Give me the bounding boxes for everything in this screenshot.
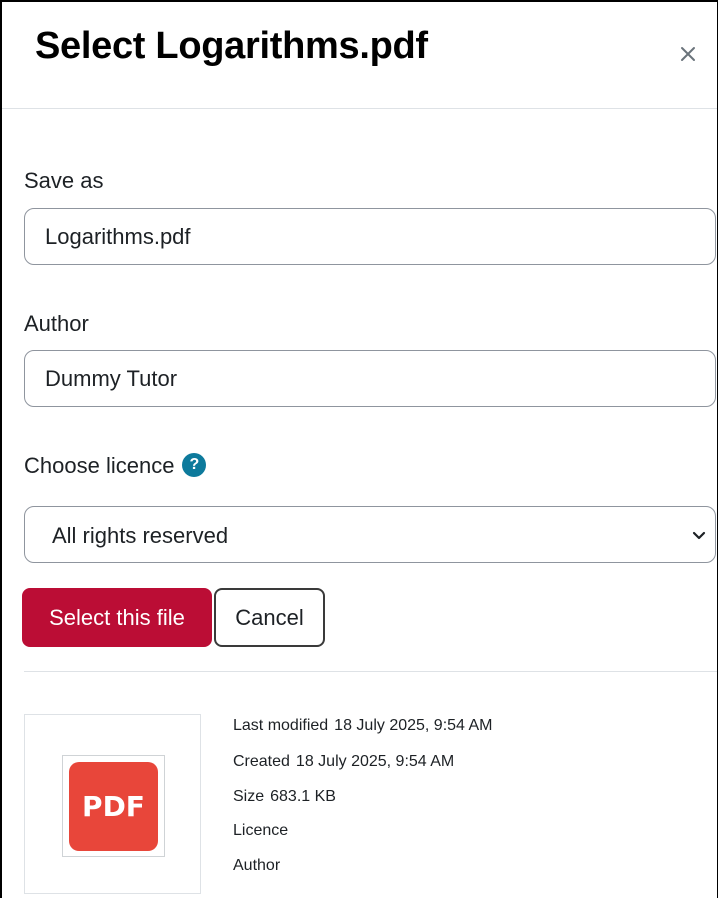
licence-row: Licence	[233, 822, 294, 840]
select-this-file-button[interactable]: Select this file	[22, 588, 212, 647]
select-file-dialog: Select Logarithms.pdf Save as Author Cho…	[0, 0, 718, 898]
choose-licence-label: Choose licence?	[24, 453, 207, 479]
author-input[interactable]	[24, 350, 716, 407]
chevron-down-icon	[692, 531, 706, 540]
pdf-file-icon: PDF	[69, 762, 158, 851]
size-row: Size 683.1 KB	[233, 788, 336, 806]
file-thumbnail: PDF	[24, 714, 201, 894]
size-value: 683.1 KB	[270, 788, 336, 805]
question-icon[interactable]: ?	[182, 453, 207, 478]
author-info-label: Author	[233, 857, 281, 874]
created-label: Created	[233, 753, 290, 770]
dialog-header: Select Logarithms.pdf	[2, 2, 717, 109]
dialog-title: Select Logarithms.pdf	[35, 25, 428, 67]
created-row: Created 18 July 2025, 9:54 AM	[233, 753, 454, 771]
author-label: Author	[24, 311, 89, 336]
last-modified-row: Last modified 18 July 2025, 9:54 AM	[233, 717, 493, 735]
save-as-label: Save as	[24, 168, 104, 193]
licence-info-label: Licence	[233, 822, 289, 839]
licence-select[interactable]: All rights reserved	[24, 506, 716, 563]
choose-licence-label-text: Choose licence	[24, 453, 175, 478]
last-modified-label: Last modified	[233, 717, 329, 734]
close-button[interactable]	[672, 38, 704, 70]
divider	[24, 671, 717, 672]
licence-select-value: All rights reserved	[52, 523, 229, 548]
file-thumbnail-frame: PDF	[62, 755, 165, 857]
created-value: 18 July 2025, 9:54 AM	[295, 753, 455, 770]
save-as-input[interactable]	[24, 208, 716, 265]
author-row: Author	[233, 857, 286, 875]
last-modified-value: 18 July 2025, 9:54 AM	[334, 717, 493, 734]
cancel-button[interactable]: Cancel	[214, 588, 325, 647]
close-icon	[681, 47, 695, 61]
size-label: Size	[233, 788, 265, 805]
